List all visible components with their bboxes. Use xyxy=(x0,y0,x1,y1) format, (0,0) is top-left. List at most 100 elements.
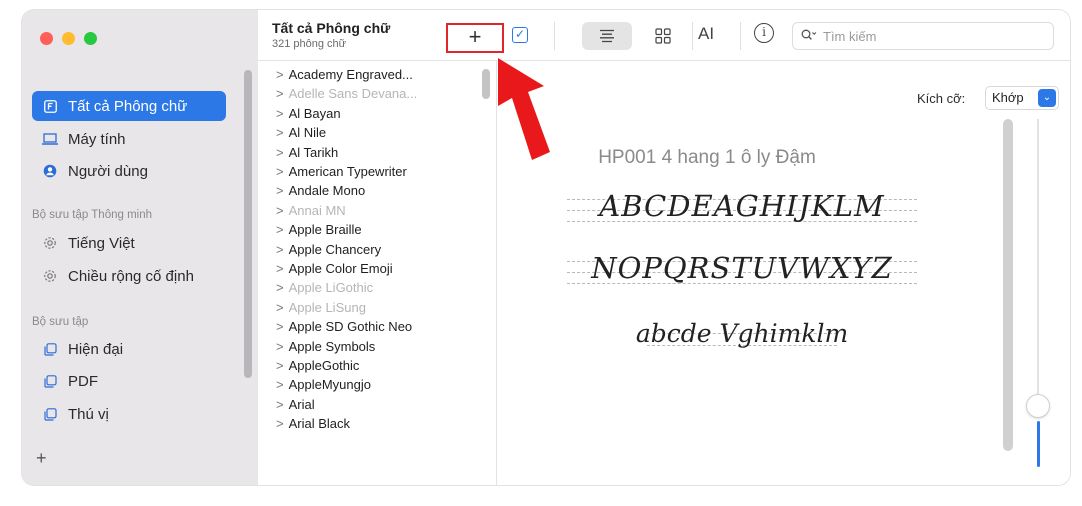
window-title: Tất cả Phông chữ xyxy=(272,20,391,36)
size-slider-track[interactable] xyxy=(1037,119,1039,409)
sample-text: abcde Vghimklm xyxy=(635,319,849,348)
font-list-item[interactable]: > Annai MN xyxy=(276,203,346,218)
sidebar-item-all-fonts[interactable]: Tất cả Phông chữ xyxy=(32,91,226,121)
font-list-item[interactable]: > Al Nile xyxy=(276,125,326,140)
font-name: Arial Black xyxy=(288,416,351,432)
font-list-item[interactable]: > Andale Mono xyxy=(276,183,365,198)
size-slider-fill[interactable] xyxy=(1037,421,1040,467)
font-preview-icon[interactable]: AI xyxy=(698,24,714,44)
size-select[interactable]: Khớp ⌄ xyxy=(985,86,1059,110)
add-collection-button[interactable]: + xyxy=(36,448,47,469)
grid-view-button[interactable] xyxy=(638,22,688,50)
gear-icon xyxy=(42,235,58,251)
zoom-button[interactable] xyxy=(84,32,97,45)
sidebar-item-label: Máy tính xyxy=(68,130,126,148)
sample-line-lowercase: abcde Vghimklm xyxy=(567,319,917,359)
search-icon xyxy=(801,29,817,44)
sidebar-scrollbar[interactable] xyxy=(244,70,252,378)
font-list-item[interactable]: > Apple Braille xyxy=(276,222,362,237)
font-list-item[interactable]: > Apple Symbols xyxy=(276,339,375,354)
chevron-right-icon: > xyxy=(276,183,284,199)
chevron-right-icon: > xyxy=(276,338,284,354)
chevron-right-icon: > xyxy=(276,105,284,121)
preview-scrollbar[interactable] xyxy=(1003,119,1013,451)
chevron-right-icon: > xyxy=(276,202,284,218)
font-name: Apple LiSung xyxy=(288,299,366,315)
sidebar-item-label: Tiếng Việt xyxy=(68,234,135,252)
font-list-item[interactable]: > Al Tarikh xyxy=(276,145,338,160)
chevron-down-icon: ⌄ xyxy=(1038,89,1056,107)
chevron-right-icon: > xyxy=(276,86,284,102)
search-field[interactable]: Tìm kiếm xyxy=(792,22,1054,50)
font-list-item[interactable]: > Apple LiGothic xyxy=(276,280,373,295)
font-list-item[interactable]: > AppleMyungjo xyxy=(276,377,371,392)
sidebar-item-label: PDF xyxy=(68,372,98,390)
add-font-button[interactable]: + xyxy=(446,23,504,53)
sample-line-uppercase-2: NOPQRSTUVWXYZ xyxy=(567,251,917,291)
sidebar-item-computer[interactable]: Máy tính xyxy=(32,124,226,154)
preview-font-name: HP001 4 hang 1 ô ly Đậm xyxy=(598,147,816,168)
chevron-right-icon: > xyxy=(276,377,284,393)
collections-heading: Bộ sưu tập xyxy=(32,316,89,328)
gear-icon xyxy=(42,268,58,284)
list-view-button[interactable] xyxy=(582,22,632,50)
font-name: AppleGothic xyxy=(288,358,360,373)
sidebar-item-fun[interactable]: Thú vị xyxy=(32,399,226,429)
font-name: Al Bayan xyxy=(288,105,341,121)
toolbar-divider xyxy=(554,22,555,50)
chevron-right-icon: > xyxy=(276,319,284,335)
smart-collections-heading: Bộ sưu tập Thông minh xyxy=(32,209,153,221)
size-label: Kích cỡ: xyxy=(917,91,966,106)
chevron-right-icon: > xyxy=(276,125,284,141)
font-list-item[interactable]: > Academy Engraved... xyxy=(276,67,413,82)
toolbar-divider xyxy=(692,22,693,50)
font-list-item[interactable]: > Arial Black xyxy=(276,416,350,431)
size-value: Khớp xyxy=(992,90,1024,105)
red-arrow-annotation xyxy=(498,58,550,160)
sidebar-item-vietnamese[interactable]: Tiếng Việt xyxy=(32,228,226,258)
chevron-right-icon: > xyxy=(276,358,284,373)
activate-checkbox[interactable]: ✓ xyxy=(512,27,528,43)
window-controls xyxy=(40,32,97,45)
sidebar-item-label: Thú vị xyxy=(68,405,109,423)
toolbar-divider xyxy=(740,22,741,50)
sidebar-item-fixed-width[interactable]: Chiều rộng cố định xyxy=(32,261,226,291)
font-name: Apple LiGothic xyxy=(288,280,374,296)
font-list-item[interactable]: > Arial xyxy=(276,397,315,412)
search-placeholder: Tìm kiếm xyxy=(823,28,877,44)
font-name: AppleMyungjo xyxy=(288,377,371,393)
font-list-item[interactable]: > AppleGothic xyxy=(276,358,359,373)
chevron-right-icon: > xyxy=(276,299,284,315)
font-list-item[interactable]: > Apple Chancery xyxy=(276,242,381,257)
font-name: Apple Chancery xyxy=(288,241,382,257)
chevron-right-icon: > xyxy=(276,144,284,160)
sidebar-item-label: Tất cả Phông chữ xyxy=(68,97,188,115)
font-name: Al Nile xyxy=(288,125,327,141)
sidebar-item-modern[interactable]: Hiện đại xyxy=(32,334,226,364)
font-name: Apple Braille xyxy=(288,222,362,238)
size-slider-knob[interactable] xyxy=(1027,395,1049,417)
sidebar-item-user[interactable]: Người dùng xyxy=(32,156,226,186)
collection-icon xyxy=(42,341,58,357)
font-name: Al Tarikh xyxy=(288,144,339,160)
font-list-item[interactable]: > Apple Color Emoji xyxy=(276,261,393,276)
font-name: Annai MN xyxy=(288,202,346,218)
font-name: Academy Engraved... xyxy=(288,67,413,82)
font-list-item[interactable]: > American Typewriter xyxy=(276,164,407,179)
chevron-right-icon: > xyxy=(276,241,284,257)
font-count: 321 phông chữ xyxy=(272,38,347,50)
chevron-right-icon: > xyxy=(276,261,284,276)
font-list-item[interactable]: > Adelle Sans Devana... xyxy=(276,86,417,101)
close-button[interactable] xyxy=(40,32,53,45)
toolbar: Tất cả Phông chữ 321 phông chữ + ✓ AI i … xyxy=(258,10,1070,61)
info-icon[interactable]: i xyxy=(754,23,774,43)
font-name: Arial xyxy=(288,396,315,412)
font-list-item[interactable]: > Apple SD Gothic Neo xyxy=(276,319,412,334)
minimize-button[interactable] xyxy=(62,32,75,45)
laptop-icon xyxy=(42,131,58,147)
sidebar-item-pdf[interactable]: PDF xyxy=(32,366,226,396)
chevron-right-icon: > xyxy=(276,67,284,82)
font-list-item[interactable]: > Apple LiSung xyxy=(276,300,366,315)
font-list-item[interactable]: > Al Bayan xyxy=(276,106,341,121)
font-name: Apple Color Emoji xyxy=(288,261,393,276)
